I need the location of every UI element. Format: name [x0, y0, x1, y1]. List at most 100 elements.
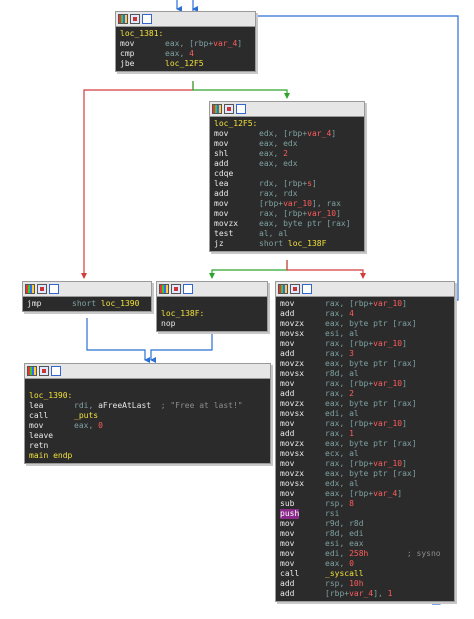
list-icon[interactable] — [49, 284, 59, 294]
instruction-line[interactable]: mov rax, [rbp+var_10] — [280, 299, 450, 309]
instruction-line[interactable]: call _syscall — [280, 569, 450, 579]
color-icon[interactable] — [118, 14, 128, 24]
instruction-line[interactable]: lea rdi, aFreeAtLast ; "Free at last!" — [29, 401, 266, 411]
graph-icon[interactable] — [39, 366, 49, 376]
operand-fn[interactable]: _syscall — [325, 569, 364, 578]
color-icon[interactable] — [25, 284, 35, 294]
instruction-line[interactable]: add rax, 3 — [280, 349, 450, 359]
code-label[interactable]: main endp — [29, 451, 266, 461]
operand-vr[interactable]: var_10 — [307, 209, 336, 218]
operand-vr[interactable]: var_4 — [213, 39, 237, 48]
label-text[interactable]: main endp — [29, 451, 72, 460]
blank-line[interactable] — [29, 381, 266, 391]
operand-fn[interactable]: loc_138F — [288, 239, 327, 248]
instruction-line[interactable]: movsx r8d, al — [280, 369, 450, 379]
operand-vr[interactable]: var_10 — [373, 419, 402, 428]
instruction-line[interactable]: mov r8d, edi — [280, 529, 450, 539]
instruction-line[interactable]: jz short loc_138F — [214, 239, 360, 249]
instruction-line[interactable]: add rax, 4 — [280, 309, 450, 319]
operand-vr[interactable]: var_10 — [373, 299, 402, 308]
operand-fn[interactable]: loc_12F5 — [165, 59, 204, 68]
color-icon[interactable] — [278, 284, 288, 294]
instruction-line[interactable]: movzx eax, byte ptr [rax] — [214, 219, 360, 229]
instruction-line[interactable]: push rsi — [280, 509, 450, 519]
block-header[interactable] — [116, 12, 255, 27]
instruction-line[interactable]: cdqe — [214, 169, 360, 179]
instruction-line[interactable]: movzx eax, byte ptr [rax] — [280, 399, 450, 409]
instruction-line[interactable]: mov rax, [rbp+var_10] — [280, 419, 450, 429]
instruction-line[interactable]: movzx eax, byte ptr [rax] — [280, 469, 450, 479]
instruction-line[interactable]: mov eax, [rbp+var_4] — [120, 39, 251, 49]
graph-icon[interactable] — [290, 284, 300, 294]
list-icon[interactable] — [142, 14, 152, 24]
instruction-line[interactable]: add rax, 2 — [280, 389, 450, 399]
instruction-line[interactable]: mov rax, [rbp+var_10] — [280, 339, 450, 349]
instruction-line[interactable]: test al, al — [214, 229, 360, 239]
code-label[interactable]: loc_12F5: — [214, 119, 360, 129]
code-block-syscall-block[interactable]: mov rax, [rbp+var_10] add rax, 4 movzx eax, b… — [275, 281, 455, 602]
label-text[interactable]: loc_138F: — [161, 309, 204, 318]
graph-icon[interactable] — [37, 284, 47, 294]
instruction-line[interactable]: movsx esi, al — [280, 329, 450, 339]
instruction-line[interactable]: mov rax, [rbp+var_10] — [280, 459, 450, 469]
instruction-line[interactable]: add eax, edx — [214, 159, 360, 169]
code-label[interactable]: loc_1390: — [29, 391, 266, 401]
list-icon[interactable] — [302, 284, 312, 294]
instruction-line[interactable]: mov eax, 0 — [280, 559, 450, 569]
block-header[interactable] — [157, 282, 267, 297]
color-icon[interactable] — [27, 366, 37, 376]
instruction-line[interactable]: shl eax, 2 — [214, 149, 360, 159]
operand-vr[interactable]: var_4 — [373, 489, 397, 498]
code-block-jmp-1390[interactable]: jmp short loc_1390 — [22, 281, 152, 312]
list-icon[interactable] — [183, 284, 193, 294]
instruction-line[interactable]: add rax, 1 — [280, 429, 450, 439]
instruction-line[interactable]: mov edi, 258h ; sysno — [280, 549, 450, 559]
color-icon[interactable] — [159, 284, 169, 294]
instruction-line[interactable]: mov eax, 0 — [29, 421, 266, 431]
graph-icon[interactable] — [130, 14, 140, 24]
instruction-line[interactable]: mov eax, [rbp+var_4] — [280, 489, 450, 499]
instruction-line[interactable]: movzx eax, byte ptr [rax] — [280, 319, 450, 329]
instruction-line[interactable]: mov rax, [rbp+var_10] — [280, 379, 450, 389]
instruction-line[interactable]: retn — [29, 441, 266, 451]
code-block-loc-1390[interactable]: loc_1390: lea rdi, aFreeAtLast ; "Free at … — [24, 363, 271, 464]
instruction-line[interactable]: add [rbp+var_4], 1 — [280, 589, 450, 599]
label-text[interactable]: loc_1381: — [120, 29, 163, 38]
operand-vr[interactable]: var_10 — [373, 459, 402, 468]
instruction-line[interactable]: nop — [161, 319, 263, 329]
instruction-line[interactable]: movzx eax, byte ptr [rax] — [280, 439, 450, 449]
operand-vr[interactable]: var_4 — [349, 589, 373, 598]
code-block-loc-138f[interactable]: loc_138F: nop — [156, 281, 268, 332]
instruction-line[interactable]: movzx eax, byte ptr [rax] — [280, 359, 450, 369]
operand-vr[interactable]: var_10 — [373, 379, 402, 388]
instruction-line[interactable]: mov edx, [rbp+var_4] — [214, 129, 360, 139]
instruction-line[interactable]: add rsp, 10h — [280, 579, 450, 589]
instruction-line[interactable]: sub rsp, 8 — [280, 499, 450, 509]
list-icon[interactable] — [51, 366, 61, 376]
block-header[interactable] — [210, 102, 364, 117]
graph-icon[interactable] — [171, 284, 181, 294]
instruction-line[interactable]: jmp short loc_1390 — [27, 299, 147, 309]
operand-fn[interactable]: _puts — [74, 411, 98, 420]
instruction-line[interactable]: leave — [29, 431, 266, 441]
label-text[interactable]: loc_12F5: — [214, 119, 257, 128]
instruction-line[interactable]: add rax, rdx — [214, 189, 360, 199]
instruction-line[interactable]: lea rdx, [rbp+s] — [214, 179, 360, 189]
code-block-loc-1381[interactable]: loc_1381: mov eax, [rbp+var_4] cmp eax, 4 jbe… — [115, 11, 256, 72]
color-icon[interactable] — [212, 104, 222, 114]
block-header[interactable] — [25, 364, 270, 379]
instruction-line[interactable]: call _puts — [29, 411, 266, 421]
block-header[interactable] — [23, 282, 151, 297]
code-block-loc-12f5[interactable]: loc_12F5: mov edx, [rbp+var_4] mov eax, edx s… — [209, 101, 365, 252]
block-header[interactable] — [276, 282, 454, 297]
graph-icon[interactable] — [224, 104, 234, 114]
instruction-line[interactable]: mov eax, edx — [214, 139, 360, 149]
instruction-line[interactable]: movsx edi, al — [280, 409, 450, 419]
operand-fn[interactable]: loc_1390 — [101, 299, 140, 308]
instruction-line[interactable]: mov rax, [rbp+var_10] — [214, 209, 360, 219]
instruction-line[interactable]: mov [rbp+var_10], rax — [214, 199, 360, 209]
operand-vr[interactable]: var_4 — [307, 129, 331, 138]
list-icon[interactable] — [236, 104, 246, 114]
operand-vr[interactable]: var_10 — [373, 339, 402, 348]
code-label[interactable]: loc_1381: — [120, 29, 251, 39]
